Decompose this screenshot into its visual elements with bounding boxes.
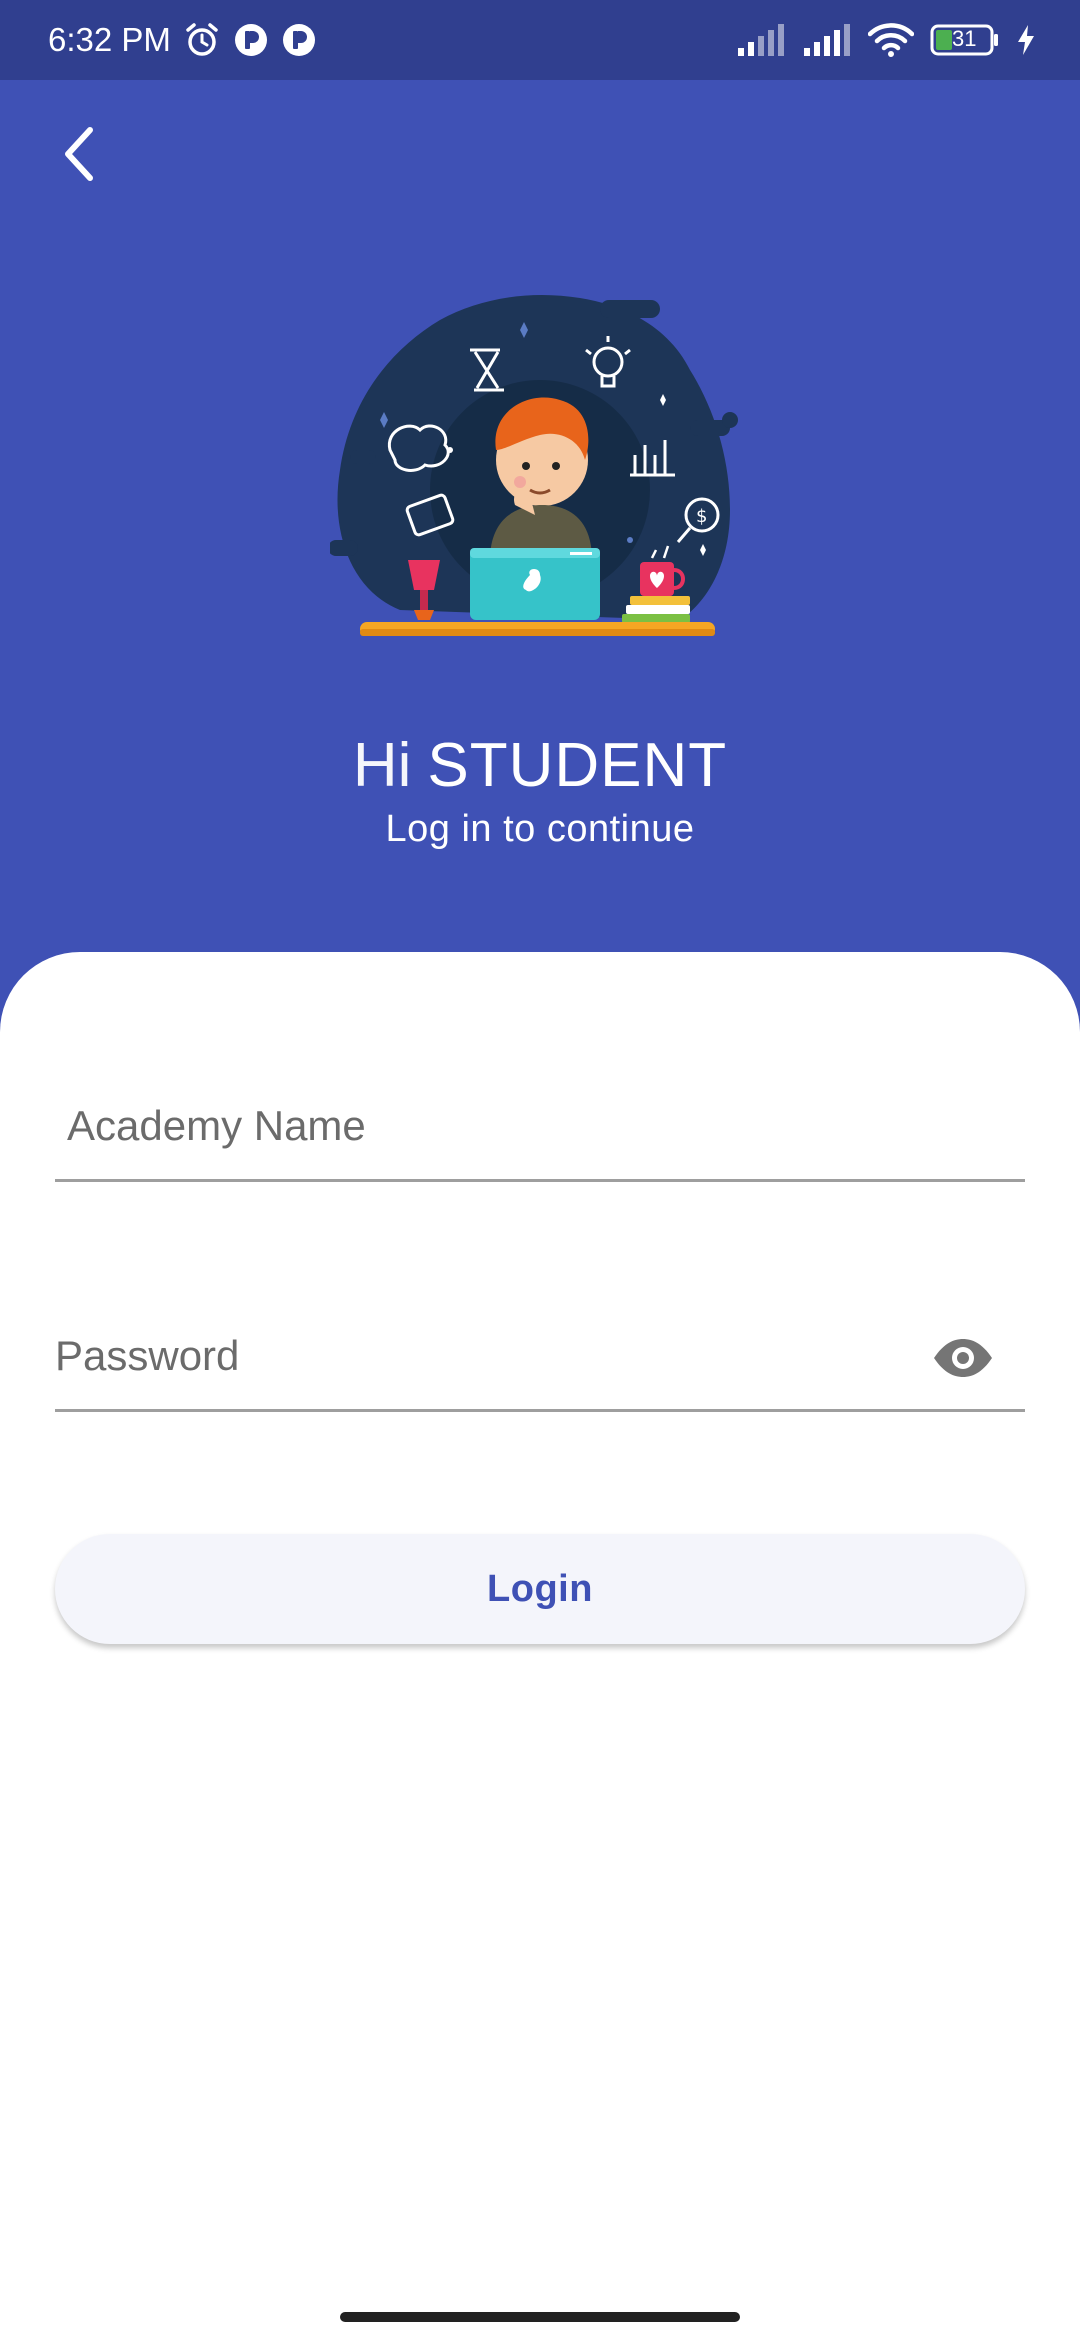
alarm-icon bbox=[183, 21, 221, 59]
signal-icon bbox=[802, 24, 852, 56]
academy-name-input[interactable] bbox=[55, 1072, 1025, 1179]
eye-icon[interactable] bbox=[931, 1326, 995, 1390]
status-left: 6:32 PM bbox=[48, 21, 317, 59]
chevron-left-icon bbox=[65, 127, 93, 181]
wifi-icon bbox=[868, 23, 914, 57]
login-subtitle: Log in to continue bbox=[385, 808, 695, 850]
battery-icon: 31 bbox=[930, 24, 1000, 56]
signal-icon bbox=[736, 24, 786, 56]
password-field[interactable] bbox=[55, 1302, 1025, 1412]
greeting-hi: Hi bbox=[352, 731, 412, 800]
greeting-heading: Hi STUDENT bbox=[0, 726, 1080, 806]
login-screen: 6:32 PM 31 $ Hi STUDENT Log in to contin… bbox=[0, 0, 1080, 2340]
app-notification-icon bbox=[233, 22, 269, 58]
greeting-role: STUDENT bbox=[427, 731, 728, 800]
login-button[interactable]: Login bbox=[55, 1534, 1025, 1644]
home-indicator[interactable] bbox=[340, 2312, 740, 2322]
status-time: 6:32 PM bbox=[48, 21, 171, 58]
app-notification-icon bbox=[281, 22, 317, 58]
svg-text:$: $ bbox=[696, 506, 707, 527]
status-bar: 6:32 PM 31 bbox=[0, 0, 1080, 80]
student-illustration: $ bbox=[328, 290, 750, 650]
battery-level-text: 31 bbox=[952, 26, 977, 51]
academy-name-field[interactable] bbox=[55, 1072, 1025, 1182]
status-right: 31 bbox=[736, 23, 1036, 57]
charging-icon bbox=[1016, 24, 1036, 56]
password-input[interactable] bbox=[55, 1302, 1025, 1409]
back-button[interactable] bbox=[44, 118, 116, 190]
